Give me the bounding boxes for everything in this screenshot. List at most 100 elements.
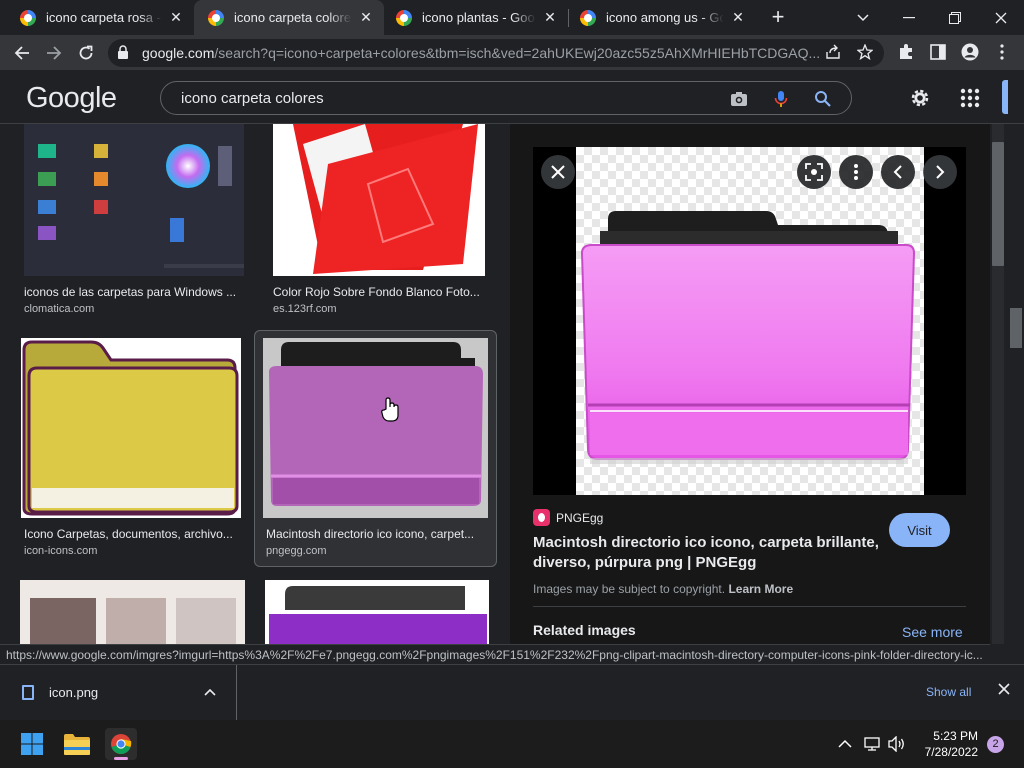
address-bar[interactable]: google.com/search?q=icono+carpeta+colore… xyxy=(108,39,884,67)
apps-grid-icon[interactable] xyxy=(958,86,982,110)
lens-icon xyxy=(805,163,823,181)
show-all-downloads-button[interactable]: Show all xyxy=(926,685,971,699)
sign-in-button-edge[interactable] xyxy=(1002,80,1008,114)
result-source: es.123rf.com xyxy=(273,303,337,315)
tab-label: icono carpeta rosa - Google xyxy=(46,10,162,25)
tab-label: icono plantas - Google xyxy=(422,10,536,25)
tray-chevron-up-icon[interactable] xyxy=(838,720,852,768)
tab-icono-plantas[interactable]: icono plantas - Google ✕ xyxy=(384,0,568,35)
chrome-menu-icon[interactable] xyxy=(992,43,1012,63)
download-shelf: icon.png Show all xyxy=(0,664,1024,720)
close-icon[interactable]: ✕ xyxy=(168,9,184,26)
visit-button[interactable]: Visit xyxy=(889,513,950,547)
lens-search-button[interactable] xyxy=(797,155,831,189)
download-file-name[interactable]: icon.png xyxy=(49,685,98,700)
clock-time: 5:23 PM xyxy=(933,729,978,743)
result-source: pngegg.com xyxy=(266,545,327,557)
chevron-right-icon xyxy=(936,165,945,179)
file-icon xyxy=(22,685,34,700)
previous-image-button[interactable] xyxy=(881,155,915,189)
network-icon[interactable] xyxy=(864,720,882,768)
back-button[interactable] xyxy=(8,39,36,67)
extensions-puzzle-icon[interactable] xyxy=(896,43,916,63)
image-results-grid: iconos de las carpetas para Windows ... … xyxy=(0,124,510,644)
next-image-button[interactable] xyxy=(923,155,957,189)
result-title[interactable]: Macintosh directorio ico icono, carpet..… xyxy=(266,527,484,541)
tab-label: icono carpeta colores - Google xyxy=(234,10,352,25)
forward-button[interactable] xyxy=(40,39,68,67)
result-thumbnail[interactable] xyxy=(21,338,241,518)
result-thumbnail[interactable] xyxy=(263,338,488,518)
result-title[interactable]: Color Rojo Sobre Fondo Blanco Foto... xyxy=(273,285,485,299)
url-path: /search?q=icono+carpeta+colores&tbm=isch… xyxy=(214,45,821,61)
close-icon[interactable]: ✕ xyxy=(730,9,746,26)
download-item[interactable]: icon.png xyxy=(0,665,237,720)
more-vert-icon xyxy=(854,164,858,180)
result-title[interactable]: Icono Carpetas, documentos, archivo... xyxy=(24,527,239,541)
preview-image[interactable] xyxy=(533,147,966,495)
close-icon[interactable]: ✕ xyxy=(358,9,374,26)
taskbar-clock[interactable]: 5:23 PM 7/28/2022 xyxy=(918,728,978,760)
google-favicon-icon xyxy=(580,9,596,26)
notification-badge[interactable]: 2 xyxy=(987,736,1004,753)
copyright-notice: Images may be subject to copyright. Lear… xyxy=(533,582,793,596)
outer-scrollbar-thumb[interactable] xyxy=(1010,308,1022,348)
pngegg-logo-icon xyxy=(533,509,550,526)
preview-source[interactable]: PNGEgg xyxy=(533,509,603,526)
result-source: icon-icons.com xyxy=(24,545,98,557)
result-thumbnail[interactable] xyxy=(20,580,245,644)
close-download-shelf-button[interactable] xyxy=(998,682,1010,700)
profile-avatar-icon[interactable] xyxy=(960,43,980,63)
google-logo[interactable]: Google xyxy=(26,82,117,115)
source-name[interactable]: PNGEgg xyxy=(556,511,603,525)
search-icon[interactable] xyxy=(813,89,833,109)
learn-more-link[interactable]: Learn More xyxy=(728,582,793,596)
tab-search-chevron-icon[interactable] xyxy=(840,0,886,35)
search-box[interactable]: icono carpeta colores xyxy=(160,81,852,115)
result-thumbnail[interactable] xyxy=(265,580,489,644)
tab-icono-among-us[interactable]: icono among us - Google ✕ xyxy=(568,0,756,35)
result-thumbnail[interactable] xyxy=(24,124,244,276)
google-favicon-icon xyxy=(20,9,36,26)
settings-gear-icon[interactable] xyxy=(908,86,932,110)
file-explorer-button[interactable] xyxy=(61,728,93,760)
lock-icon[interactable] xyxy=(118,45,128,59)
reload-button[interactable] xyxy=(72,39,100,67)
chevron-left-icon xyxy=(893,165,902,179)
tab-icono-carpeta-colores[interactable]: icono carpeta colores - Google ✕ xyxy=(194,0,384,35)
reload-icon xyxy=(79,45,93,60)
new-tab-button[interactable]: + xyxy=(766,5,790,29)
microphone-icon[interactable] xyxy=(771,89,791,109)
close-preview-button[interactable] xyxy=(541,155,575,189)
bookmark-star-icon[interactable] xyxy=(856,43,874,62)
share-icon[interactable] xyxy=(824,44,842,62)
more-options-button[interactable] xyxy=(839,155,873,189)
close-icon[interactable]: ✕ xyxy=(542,9,558,26)
minimize-button[interactable] xyxy=(886,0,932,35)
camera-icon[interactable] xyxy=(729,89,749,109)
windows-start-button[interactable] xyxy=(16,728,48,760)
url-text[interactable]: google.com/search?q=icono+carpeta+colore… xyxy=(142,45,822,61)
window-close-button[interactable] xyxy=(978,0,1024,35)
close-icon xyxy=(551,165,565,179)
chrome-taskbar-button[interactable] xyxy=(105,728,137,760)
scrollbar-thumb[interactable] xyxy=(992,142,1004,266)
image-preview-panel: PNGEgg Macintosh directorio ico icono, c… xyxy=(510,124,990,644)
search-input[interactable]: icono carpeta colores xyxy=(181,90,324,107)
chevron-up-icon[interactable] xyxy=(204,683,216,699)
close-icon xyxy=(998,683,1010,695)
page-scrollbar[interactable] xyxy=(990,124,1024,644)
result-title[interactable]: iconos de las carpetas para Windows ... xyxy=(24,285,244,299)
hand-cursor-icon xyxy=(381,397,399,422)
tab-icono-carpeta-rosa[interactable]: icono carpeta rosa - Google ✕ xyxy=(0,0,194,35)
see-more-link[interactable]: See more xyxy=(902,624,963,640)
volume-icon[interactable] xyxy=(888,720,906,768)
browser-toolbar: google.com/search?q=icono+carpeta+colore… xyxy=(0,35,1024,70)
screen: icono carpeta rosa - Google ✕ icono carp… xyxy=(0,0,1024,768)
side-panel-icon[interactable] xyxy=(928,43,948,63)
preview-title[interactable]: Macintosh directorio ico icono, carpeta … xyxy=(533,533,883,573)
purple-folder-image xyxy=(580,211,916,464)
result-thumbnail[interactable] xyxy=(273,124,485,276)
restore-button[interactable] xyxy=(932,0,978,35)
url-host: google.com xyxy=(142,45,215,61)
